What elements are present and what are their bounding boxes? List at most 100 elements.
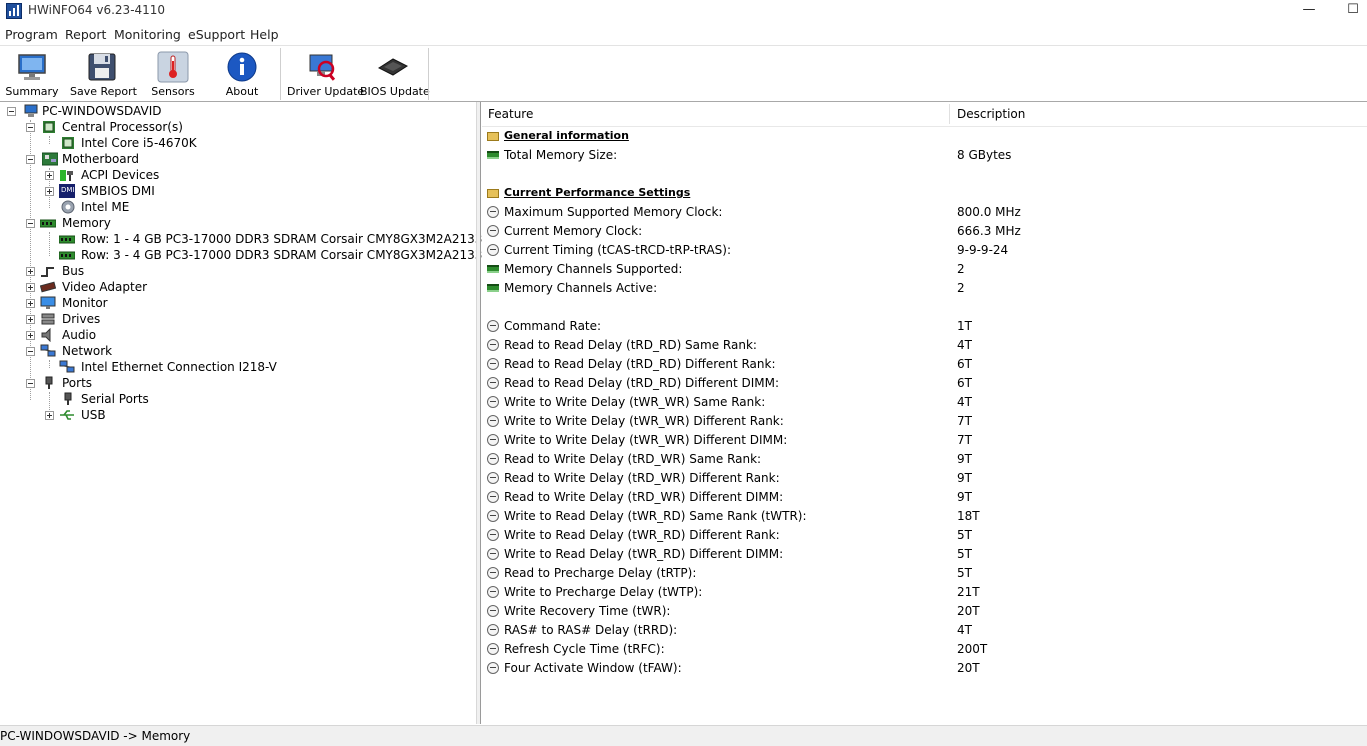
expand-toggle[interactable] [26,299,35,308]
feature-label: Command Rate: [504,319,602,333]
menu-help[interactable]: Help [250,27,279,42]
detail-row[interactable]: Read to Write Delay (tRD_WR) Different R… [482,469,1367,488]
feature-label: Maximum Supported Memory Clock: [504,205,723,219]
feature-label: Memory Channels Supported: [504,262,683,276]
detail-row[interactable]: Total Memory Size: 8 GBytes [482,146,1367,165]
expand-toggle[interactable] [45,187,54,196]
tree-label: Drives [62,312,101,326]
collapse-toggle[interactable] [7,107,16,116]
expand-toggle[interactable] [26,315,35,324]
collapse-toggle[interactable] [26,155,35,164]
feature-label: Read to Write Delay (tRD_WR) Different R… [504,471,780,485]
detail-row[interactable]: Read to Precharge Delay (tRTP): 5T [482,564,1367,583]
menu-monitoring[interactable]: Monitoring [114,27,181,42]
monitor-icon [40,296,56,310]
detail-row[interactable]: Current Memory Clock: 666.3 MHz [482,222,1367,241]
tree-label: Video Adapter [62,280,148,294]
tree-label: SMBIOS DMI [81,184,155,198]
feature-label: RAS# to RAS# Delay (tRRD): [504,623,678,637]
detail-row[interactable]: Read to Read Delay (tRD_RD) Same Rank: 4T [482,336,1367,355]
menu-report[interactable]: Report [65,27,106,42]
memory-module-icon [487,284,499,292]
detail-row[interactable]: Write to Read Delay (tWR_RD) Same Rank (… [482,507,1367,526]
feature-label: Four Activate Window (tFAW): [504,661,682,675]
bios-update-button[interactable]: BIOS Update [360,46,430,100]
detail-row[interactable]: Write to Write Delay (tWR_WR) Different … [482,412,1367,431]
detail-row[interactable]: Read to Write Delay (tRD_WR) Same Rank: 9… [482,450,1367,469]
memory-module-icon [487,151,499,159]
detail-row[interactable]: Command Rate: 1T [482,317,1367,336]
clock-icon [487,510,499,522]
feature-label: Read to Precharge Delay (tRTP): [504,566,697,580]
tree-label: Intel Core i5-4670K [81,136,197,150]
maximize-button[interactable]: ☐ [1330,0,1367,22]
minimize-button[interactable]: — [1286,0,1332,22]
detail-row[interactable] [482,165,1367,184]
description-value: 5T [957,528,972,542]
detail-row[interactable]: General information [482,127,1367,146]
detail-row[interactable]: Refresh Cycle Time (tRFC): 200T [482,640,1367,659]
port-plug-icon [61,392,75,406]
description-value: 20T [957,604,980,618]
detail-row[interactable]: Read to Write Delay (tRD_WR) Different D… [482,488,1367,507]
detail-row[interactable]: Current Timing (tCAS-tRCD-tRP-tRAS): 9-9-… [482,241,1367,260]
menu-esupport[interactable]: eSupport [188,27,245,42]
description-value: 4T [957,623,972,637]
clock-icon [487,548,499,560]
sensors-button[interactable]: Sensors [145,46,201,100]
description-value: 7T [957,414,972,428]
detail-row[interactable]: Memory Channels Active: 2 [482,279,1367,298]
collapse-toggle[interactable] [26,219,35,228]
about-button[interactable]: About [214,46,270,100]
column-header-description[interactable]: Description [957,107,1025,121]
floppy-disk-icon [88,53,116,81]
detail-row[interactable]: Maximum Supported Memory Clock: 800.0 MHz [482,203,1367,222]
detail-row[interactable]: Write to Read Delay (tWR_RD) Different D… [482,545,1367,564]
expand-toggle[interactable] [45,171,54,180]
hard-drive-icon [40,312,55,326]
expand-toggle[interactable] [45,411,54,420]
detail-row[interactable]: RAS# to RAS# Delay (tRRD): 4T [482,621,1367,640]
description-value: 5T [957,547,972,561]
driver-update-button[interactable]: Driver Update [287,46,364,100]
menu-program[interactable]: Program [5,27,58,42]
memory-module-icon [58,248,76,262]
detail-row[interactable]: Memory Channels Supported: 2 [482,260,1367,279]
clock-icon [487,605,499,617]
detail-row[interactable]: Write Recovery Time (tWR): 20T [482,602,1367,621]
detail-row[interactable]: Write to Write Delay (tWR_WR) Different … [482,431,1367,450]
collapse-toggle[interactable] [26,347,35,356]
device-tree[interactable]: PC-WINDOWSDAVID Central Processor(s) Int… [0,102,498,724]
panel-splitter[interactable] [476,102,481,724]
collapse-toggle[interactable] [26,379,35,388]
driver-search-icon [309,54,336,81]
summary-button[interactable]: Summary [4,46,60,100]
detail-row[interactable]: Read to Read Delay (tRD_RD) Different DI… [482,374,1367,393]
detail-row[interactable]: Current Performance Settings [482,184,1367,203]
description-value: 8 GBytes [957,148,1012,162]
detail-row[interactable] [482,298,1367,317]
feature-label: Write to Write Delay (tWR_WR) Different … [504,433,788,447]
feature-label: Read to Read Delay (tRD_RD) Different DI… [504,376,779,390]
expand-toggle[interactable] [26,331,35,340]
processor-icon [61,136,75,150]
clock-icon [487,377,499,389]
tree-label: PC-WINDOWSDAVID [42,104,162,118]
detail-row[interactable]: Read to Read Delay (tRD_RD) Different Ra… [482,355,1367,374]
detail-row[interactable]: Write to Write Delay (tWR_WR) Same Rank:… [482,393,1367,412]
detail-row[interactable]: Write to Precharge Delay (tWTP): 21T [482,583,1367,602]
dmi-icon: DMI [59,184,75,198]
column-header-feature[interactable]: Feature [488,107,533,121]
details-panel: Feature Description General information T… [482,102,1367,724]
clock-icon [487,586,499,598]
collapse-toggle[interactable] [26,123,35,132]
detail-row[interactable]: Write to Read Delay (tWR_RD) Different R… [482,526,1367,545]
detail-row[interactable]: Four Activate Window (tFAW): 20T [482,659,1367,678]
expand-toggle[interactable] [26,283,35,292]
expand-toggle[interactable] [26,267,35,276]
save-report-button[interactable]: Save Report [70,46,137,100]
description-value: 9-9-9-24 [957,243,1009,257]
memory-module-icon [58,232,76,246]
feature-label: Total Memory Size: [504,148,618,162]
summary-label: Summary [5,85,59,98]
